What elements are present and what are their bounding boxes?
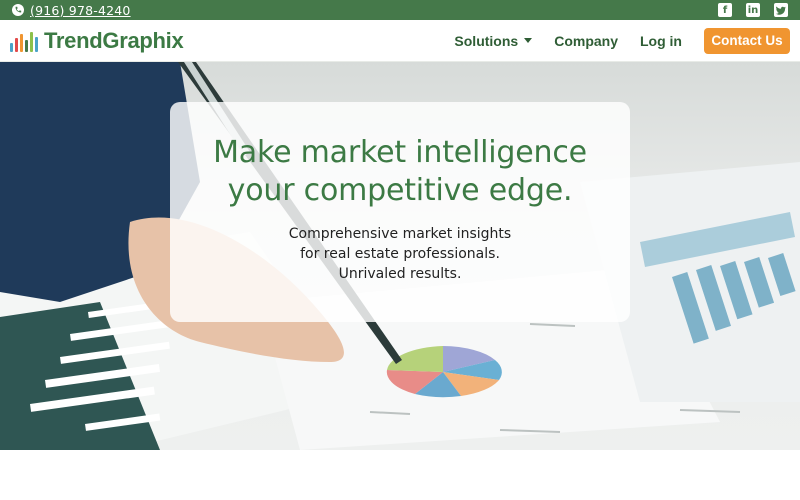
logo-bars-icon bbox=[10, 30, 38, 52]
hero-card: Make market intelligence your competitiv… bbox=[170, 102, 630, 322]
intro-section bbox=[0, 450, 800, 500]
phone-icon bbox=[12, 4, 24, 16]
phone-number-link[interactable]: (916) 978-4240 bbox=[30, 3, 131, 18]
linkedin-icon[interactable]: in bbox=[746, 3, 760, 17]
hero-title: Make market intelligence your competitiv… bbox=[170, 134, 630, 210]
nav-menu: Solutions Company Log in Contact Us bbox=[454, 27, 790, 54]
brand-logo[interactable]: TrendGraphix bbox=[10, 27, 184, 54]
hero-section: Make market intelligence your competitiv… bbox=[0, 62, 800, 450]
social-links: f in bbox=[718, 3, 788, 17]
nav-solutions[interactable]: Solutions bbox=[454, 32, 533, 49]
twitter-icon[interactable] bbox=[774, 3, 788, 17]
nav-solutions-label: Solutions bbox=[454, 32, 519, 49]
main-navbar: TrendGraphix Solutions Company Log in Co… bbox=[0, 20, 800, 62]
nav-company[interactable]: Company bbox=[554, 33, 618, 49]
hero-title-line2: your competitive edge. bbox=[227, 173, 573, 208]
hero-subtitle-line1: Comprehensive market insights bbox=[288, 226, 512, 242]
chevron-down-icon bbox=[524, 38, 533, 43]
hero-subtitle: Comprehensive market insights for real e… bbox=[170, 224, 630, 284]
brand-name: TrendGraphix bbox=[44, 27, 184, 53]
facebook-icon[interactable]: f bbox=[718, 3, 732, 17]
top-bar: (916) 978-4240 f in bbox=[0, 0, 800, 20]
contact-us-button[interactable]: Contact Us bbox=[704, 27, 790, 54]
hero-title-line1: Make market intelligence bbox=[213, 135, 587, 170]
phone-contact[interactable]: (916) 978-4240 bbox=[12, 3, 131, 18]
hero-subtitle-line3: Unrivaled results. bbox=[338, 266, 462, 282]
nav-login[interactable]: Log in bbox=[640, 33, 682, 49]
hero-subtitle-line2: for real estate professionals. bbox=[300, 246, 500, 262]
